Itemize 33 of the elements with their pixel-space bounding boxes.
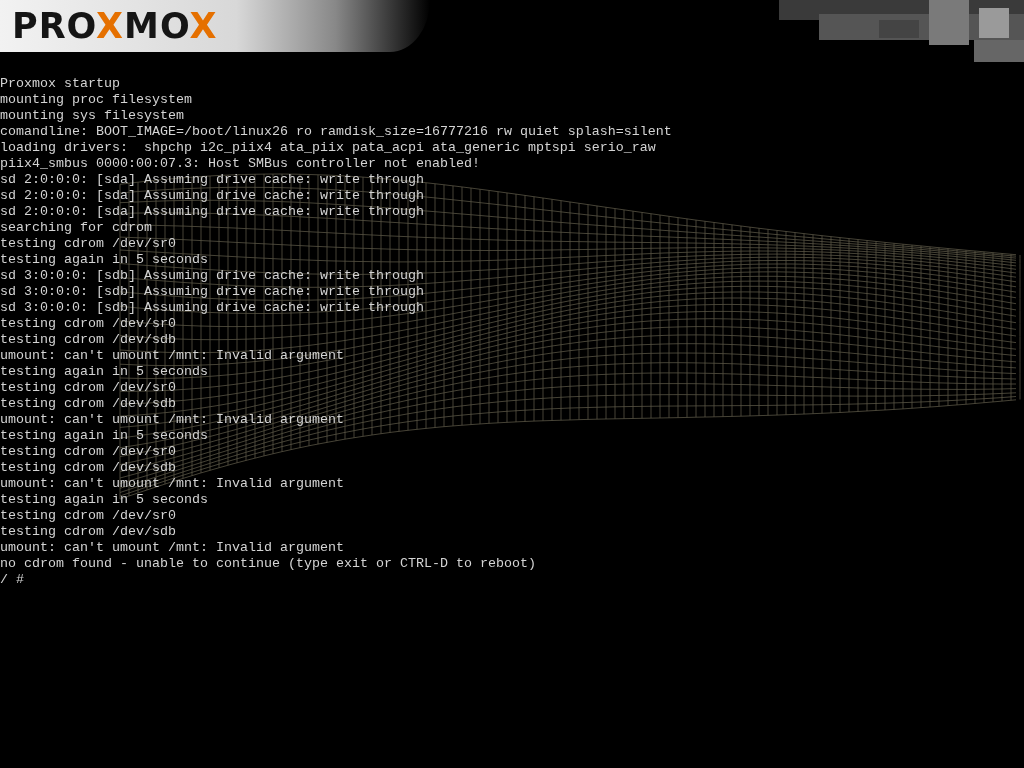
console-line: loading drivers: shpchp i2c_piix4 ata_piix pata_acpi ata_generic mptspi serio_raw xyxy=(0,140,656,156)
console-line: sd 2:0:0:0: [sda] Assuming drive cache: write through xyxy=(0,188,424,204)
console-line: no cdrom found - unable to continue (type exit or CTRL-D to reboot) xyxy=(0,556,536,572)
console-line: testing cdrom /dev/sr0 xyxy=(0,236,176,252)
console-line: mounting proc filesystem xyxy=(0,92,192,108)
console-line: piix4_smbus 0000:00:07.3: Host SMBus controller not enabled! xyxy=(0,156,480,172)
console-line: sd 3:0:0:0: [sdb] Assuming drive cache: write through xyxy=(0,268,424,284)
console-line: Proxmox startup xyxy=(0,76,120,92)
console-line: umount: can't umount /mnt: Invalid argument xyxy=(0,476,344,492)
console-line: comandline: BOOT_IMAGE=/boot/linux26 ro ramdisk_size=16777216 rw quiet splash=silent xyxy=(0,124,672,140)
console-line: sd 3:0:0:0: [sdb] Assuming drive cache: write through xyxy=(0,284,424,300)
console-line: testing cdrom /dev/sr0 xyxy=(0,508,176,524)
console-line: testing cdrom /dev/sdb xyxy=(0,332,176,348)
console-line: searching for cdrom xyxy=(0,220,152,236)
console-line: testing cdrom /dev/sr0 xyxy=(0,316,176,332)
console-line: testing again in 5 seconds xyxy=(0,364,208,380)
console-line: mounting sys filesystem xyxy=(0,108,184,124)
console-line: testing cdrom /dev/sdb xyxy=(0,396,176,412)
console-line: sd 3:0:0:0: [sdb] Assuming drive cache: write through xyxy=(0,300,424,316)
console-line: testing cdrom /dev/sdb xyxy=(0,524,176,540)
console-line: testing cdrom /dev/sr0 xyxy=(0,444,176,460)
console-line: umount: can't umount /mnt: Invalid argument xyxy=(0,348,344,364)
console-line: testing cdrom /dev/sdb xyxy=(0,460,176,476)
console-line: testing again in 5 seconds xyxy=(0,252,208,268)
console-line: testing again in 5 seconds xyxy=(0,492,208,508)
console-line: testing cdrom /dev/sr0 xyxy=(0,380,176,396)
proxmox-logo: PROXMOX xyxy=(12,8,218,44)
console-line: umount: can't umount /mnt: Invalid argument xyxy=(0,412,344,428)
console-line: testing again in 5 seconds xyxy=(0,428,208,444)
console-line: sd 2:0:0:0: [sda] Assuming drive cache: write through xyxy=(0,172,424,188)
console-line: umount: can't umount /mnt: Invalid argument xyxy=(0,540,344,556)
shell-prompt[interactable]: / # xyxy=(0,572,24,588)
console-line: sd 2:0:0:0: [sda] Assuming drive cache: write through xyxy=(0,204,424,220)
